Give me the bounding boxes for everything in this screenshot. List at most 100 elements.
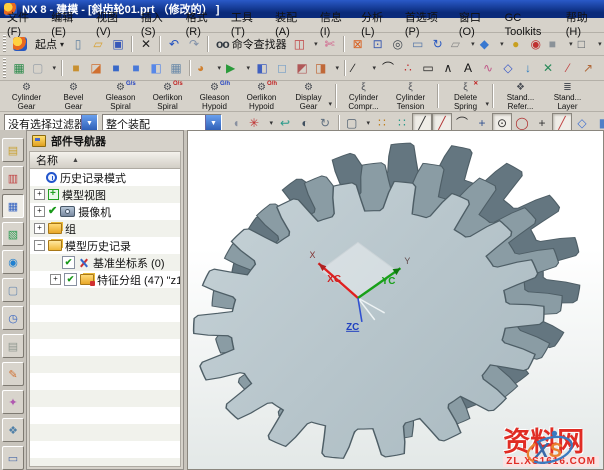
unite-icon[interactable]: ◧ bbox=[252, 58, 272, 78]
part-navigator-tab[interactable]: ▦ bbox=[2, 194, 24, 218]
start-menu-button[interactable]: 起点 ▾ bbox=[9, 34, 68, 54]
section-view-icon[interactable]: ▱ bbox=[448, 34, 477, 54]
point-icon[interactable]: ∴ bbox=[398, 58, 418, 78]
feature-tree: 历史记录模式+模型视图+✔摄像机+组−模型历史记录✔基准坐标系 (0)+✔特征分… bbox=[29, 169, 181, 467]
name-column-header[interactable]: 名称 ▲ bbox=[29, 151, 181, 169]
magnify-view-icon[interactable]: ◎ bbox=[388, 34, 408, 54]
delete-spring-button[interactable]: ξ✕DeleteSpring▾ bbox=[442, 82, 489, 111]
roles-tab[interactable]: ✦ bbox=[2, 390, 24, 414]
hole-icon[interactable]: ■ bbox=[126, 58, 146, 78]
save-file-icon[interactable]: ▣ bbox=[108, 34, 128, 54]
revolve-icon[interactable]: ■ bbox=[106, 58, 126, 78]
project-curve-icon[interactable]: ↓ bbox=[518, 58, 538, 78]
toolbar-grip[interactable] bbox=[3, 58, 6, 77]
command-finder-button[interactable]: oo 命令查找器 bbox=[212, 36, 291, 52]
boss-icon[interactable]: ◧ bbox=[146, 58, 166, 78]
collapse-icon[interactable]: − bbox=[34, 240, 45, 251]
windows-tab[interactable]: ▭ bbox=[2, 446, 24, 470]
dropdown-arrow-icon[interactable]: ▼ bbox=[81, 115, 97, 132]
gear-model-canvas[interactable]: XC YC ZC X Y bbox=[188, 131, 603, 469]
graphics-window[interactable]: XC YC ZC X Y X S 资料网 ZL.XS1616.COM bbox=[187, 130, 604, 470]
camera-icon bbox=[60, 206, 75, 217]
oerlikon-hypoid-button[interactable]: ⚙O/hOerlikonHypoid bbox=[238, 82, 285, 111]
extrude-icon[interactable]: ◪ bbox=[86, 58, 106, 78]
gleason-hypoid-button[interactable]: ⚙G/hGleasonHypoid bbox=[191, 82, 238, 111]
expand-icon[interactable]: + bbox=[34, 206, 45, 217]
standard-reference-button[interactable]: ❖Stand...Refer... bbox=[497, 82, 544, 111]
checkbox-checked-icon[interactable]: ✔ bbox=[64, 273, 77, 286]
direct-sketch-icon[interactable]: ▢ bbox=[29, 58, 58, 78]
tree-item[interactable]: 历史记录模式 bbox=[30, 169, 180, 186]
process-studio-tab[interactable]: ▤ bbox=[2, 334, 24, 358]
undo-icon[interactable]: ↶ bbox=[164, 34, 184, 54]
tree-item[interactable]: +✔摄像机 bbox=[30, 203, 180, 220]
zoom-view-icon[interactable]: ⊡ bbox=[368, 34, 388, 54]
delete-icon[interactable]: ✕ bbox=[136, 34, 156, 54]
pattern-feature-icon[interactable]: ▦ bbox=[166, 58, 186, 78]
fit-view-icon[interactable]: ⊠ bbox=[348, 34, 368, 54]
manufacturing-wizards-tab[interactable]: ✎ bbox=[2, 362, 24, 386]
new-file-icon[interactable]: ▯ bbox=[68, 34, 88, 54]
arc-icon[interactable]: ⌒ bbox=[378, 58, 398, 78]
task-sketch-icon[interactable]: ▦ bbox=[9, 58, 29, 78]
tree-item[interactable]: ✔基准坐标系 (0) bbox=[30, 254, 180, 271]
assembly-navigator-tab[interactable]: ▤ bbox=[2, 138, 24, 162]
move-face-icon[interactable]: ◨ bbox=[312, 58, 341, 78]
cylinder-gear-button[interactable]: ⚙CylinderGear bbox=[3, 82, 50, 111]
pan-view-icon[interactable]: ▭ bbox=[408, 34, 428, 54]
hd3d-tools-tab[interactable]: ◉ bbox=[2, 250, 24, 274]
sort-ascending-icon[interactable]: ▲ bbox=[72, 157, 79, 164]
web-browser-tab[interactable]: ▢ bbox=[2, 278, 24, 302]
oerlikon-spiral-button[interactable]: ⚙O/sOerlikonSpiral bbox=[144, 82, 191, 111]
checkbox-checked-icon[interactable]: ✔ bbox=[62, 256, 75, 269]
helical-gear-model[interactable] bbox=[188, 131, 603, 469]
display-gear-button[interactable]: ⚙DisplayGear▾ bbox=[285, 82, 332, 111]
expand-icon[interactable]: + bbox=[50, 274, 61, 285]
toolbar-grip[interactable] bbox=[3, 35, 6, 53]
block-icon[interactable]: ■ bbox=[66, 58, 86, 78]
redo-icon[interactable]: ↷ bbox=[184, 34, 204, 54]
trim-body-icon[interactable]: ◩ bbox=[292, 58, 312, 78]
text-icon[interactable]: A bbox=[458, 58, 478, 78]
tree-item[interactable]: −模型历史记录 bbox=[30, 237, 180, 254]
standard-layer-button[interactable]: ≣Stand...Layer bbox=[544, 82, 591, 111]
intersection-curve-icon[interactable]: ✕ bbox=[538, 58, 558, 78]
profile-icon[interactable]: ∧ bbox=[438, 58, 458, 78]
tree-item[interactable]: +✔特征分组 (47) "z18 bbox=[30, 271, 180, 288]
button-label: Delete bbox=[454, 93, 477, 102]
rectangle-icon[interactable]: ▭ bbox=[418, 58, 438, 78]
constraint-navigator-tab[interactable]: ▥ bbox=[2, 166, 24, 190]
datum-plane-icon[interactable]: ◇ bbox=[498, 58, 518, 78]
offset-curve-icon[interactable]: ≈ bbox=[598, 58, 604, 78]
rendering-style-icon[interactable]: ◆ bbox=[477, 34, 506, 54]
touch-mode-icon[interactable]: ✄ bbox=[320, 34, 340, 54]
line-icon[interactable]: ∕ bbox=[349, 58, 378, 78]
background-sphere-icon[interactable]: ● bbox=[506, 34, 526, 54]
tree-item[interactable]: +模型视图 bbox=[30, 186, 180, 203]
menu-item[interactable]: 工具(T) bbox=[224, 11, 268, 39]
expand-icon[interactable]: + bbox=[34, 189, 45, 200]
tree-item[interactable]: +组 bbox=[30, 220, 180, 237]
rotate-view-icon[interactable]: ↻ bbox=[428, 34, 448, 54]
studio-spline-icon[interactable]: ∿ bbox=[478, 58, 498, 78]
reuse-library-tab[interactable]: ▧ bbox=[2, 222, 24, 246]
history-tab[interactable]: ◷ bbox=[2, 306, 24, 330]
expand-icon[interactable]: + bbox=[34, 223, 45, 234]
true-shading-icon[interactable]: ◉ bbox=[526, 34, 546, 54]
bevel-gear-button[interactable]: ⚙BevelGear bbox=[50, 82, 97, 111]
open-file-icon[interactable]: ▱ bbox=[88, 34, 108, 54]
view-box-icon[interactable]: □ bbox=[575, 34, 604, 54]
display-mode-icon[interactable]: ■ bbox=[546, 34, 575, 54]
screen-layout-icon[interactable]: ◫ bbox=[291, 34, 320, 54]
cylinder-tension-spring-button[interactable]: ξCylinderTension bbox=[387, 82, 434, 111]
draft-icon[interactable]: ▶ bbox=[223, 58, 252, 78]
system-scenes-tab[interactable]: ❖ bbox=[2, 418, 24, 442]
trim-curve-icon[interactable]: ⁄ bbox=[558, 58, 578, 78]
dropdown-arrow-icon[interactable]: ▼ bbox=[205, 115, 221, 132]
button-label: Refer... bbox=[508, 102, 534, 111]
shell-icon[interactable]: ◻ bbox=[272, 58, 292, 78]
gleason-spiral-button[interactable]: ⚙G/sGleasonSpiral bbox=[97, 82, 144, 111]
edge-blend-icon[interactable]: ◕ bbox=[194, 58, 223, 78]
cylinder-compression-spring-button[interactable]: ξCylinderCompr... bbox=[340, 82, 387, 111]
extend-curve-icon[interactable]: ↗ bbox=[578, 58, 598, 78]
